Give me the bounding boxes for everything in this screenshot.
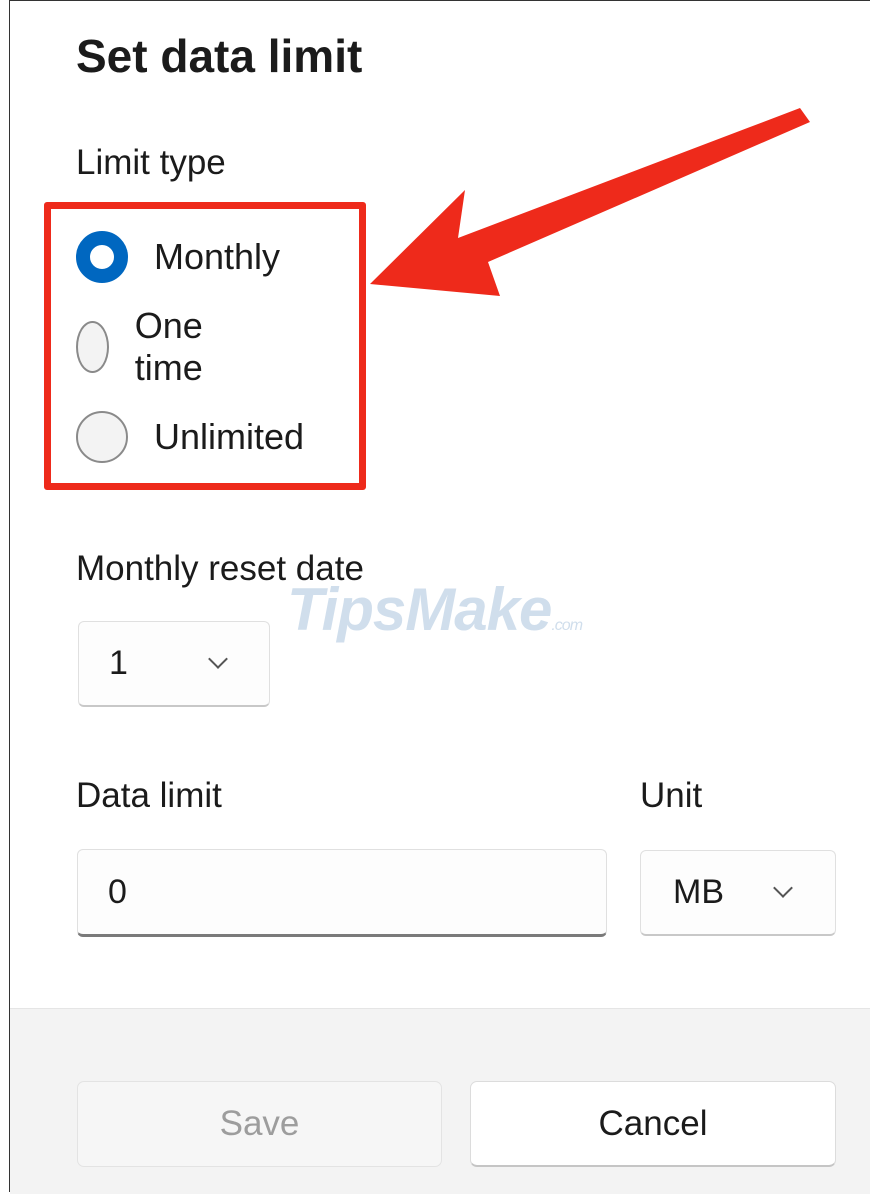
unit-label: Unit — [640, 776, 703, 815]
chevron-down-icon — [773, 878, 793, 898]
reset-date-value: 1 — [109, 644, 128, 682]
data-limit-input[interactable]: 0 — [77, 849, 607, 937]
unit-value: MB — [673, 873, 724, 911]
unit-dropdown[interactable]: MB — [640, 850, 836, 936]
annotation-arrow-icon — [370, 108, 810, 296]
cancel-button[interactable]: Cancel — [470, 1081, 836, 1167]
data-limit-value: 0 — [108, 872, 127, 911]
watermark-suffix: .com — [551, 617, 583, 634]
annotation-highlight-box — [44, 202, 366, 490]
reset-date-dropdown[interactable]: 1 — [78, 621, 270, 707]
dialog-title: Set data limit — [76, 30, 363, 82]
save-button[interactable]: Save — [77, 1081, 442, 1167]
watermark-text: TipsMake — [287, 576, 552, 643]
data-limit-label: Data limit — [76, 776, 222, 815]
chevron-down-icon — [208, 649, 228, 669]
watermark: TipsMake.com — [287, 575, 583, 644]
limit-type-label: Limit type — [76, 143, 226, 182]
